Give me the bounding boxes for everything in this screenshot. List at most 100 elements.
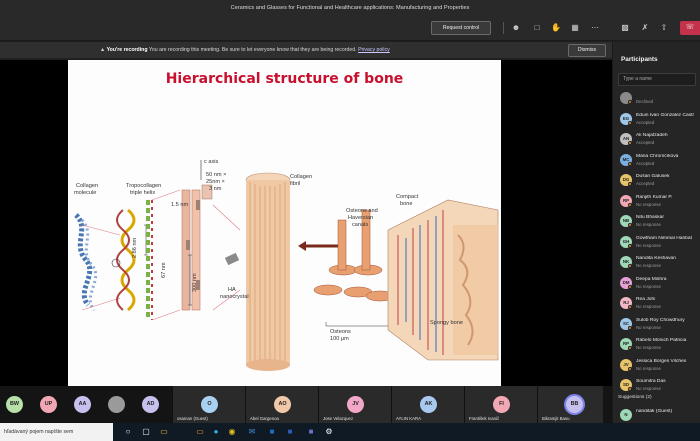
- presence-dot: [628, 387, 632, 391]
- participant-initials: MC: [622, 156, 630, 162]
- tile-avatar: O: [201, 396, 218, 413]
- participant-item[interactable]: NK Nandita Keshavan No response: [612, 252, 700, 273]
- tile-avatar: FI: [493, 396, 510, 413]
- collagen-molecule-figure: [74, 213, 121, 311]
- strip-avatar[interactable]: BW: [6, 396, 23, 413]
- tile-name: Bikramjit Basu: [542, 416, 570, 421]
- word-icon[interactable]: ■: [284, 426, 296, 438]
- participant-item[interactable]: RJ Rea Johi No response: [612, 293, 700, 314]
- participant-name: Ranjith Kumar P.: [636, 194, 673, 200]
- more-icon[interactable]: ⋯: [589, 22, 601, 34]
- participant-initials: RP: [622, 197, 630, 203]
- participant-status: No response: [636, 242, 661, 248]
- people-icon[interactable]: ☻: [510, 22, 522, 34]
- edge-icon[interactable]: ●: [210, 426, 222, 438]
- cortana-icon[interactable]: ○: [122, 426, 134, 438]
- tropocollagen-figure: [111, 189, 181, 321]
- participant-item[interactable]: GH Gowtham Nimmal Haribat No response: [612, 232, 700, 253]
- participant-status: Declined: [636, 99, 654, 104]
- participant-name: Nitu Bhaskar: [636, 215, 664, 220]
- participant-avatar: [620, 92, 632, 104]
- crystal-dim-label-2: 25nm ×: [206, 179, 225, 185]
- camera-icon[interactable]: ▩: [619, 22, 631, 34]
- participant-search-input[interactable]: Type a name: [618, 73, 696, 86]
- leave-icon[interactable]: ☏: [680, 21, 700, 35]
- participant-status: Accepted: [636, 181, 655, 186]
- dismiss-button[interactable]: Dismiss: [568, 44, 606, 57]
- settings-icon[interactable]: ⚙: [323, 426, 335, 438]
- participant-tile[interactable]: BB Bikramjit Basu: [537, 386, 603, 423]
- participant-item[interactable]: RP Ranjith Kumar P. No response: [612, 191, 700, 212]
- share-icon[interactable]: ⇧: [658, 22, 670, 34]
- participant-item[interactable]: DM Deepa Mishra No response: [612, 273, 700, 294]
- participant-item[interactable]: DG Dušan Galusek Accepted: [612, 170, 700, 191]
- participant-item[interactable]: Declined: [612, 88, 700, 109]
- presence-dot: [628, 182, 632, 186]
- mic-off-icon[interactable]: ✗: [639, 22, 651, 34]
- recording-body: You are recording this meeting. Be sure …: [148, 47, 357, 53]
- outlook-icon[interactable]: ■: [266, 426, 278, 438]
- tile-name: AYLIN KARA: [396, 416, 421, 421]
- collagen-fibril-label-2: fibril: [290, 181, 300, 187]
- privacy-policy-link[interactable]: Privacy policy: [358, 47, 390, 53]
- participant-tile[interactable]: AO Abel Gargenoa: [245, 386, 318, 423]
- windows-taskbar: hľadávaný pojem napíšte sem ○ ▢ ▭ ▭ ● ◉ …: [0, 423, 700, 441]
- strip-avatar[interactable]: AA: [74, 396, 91, 413]
- participant-status: No response: [636, 365, 661, 371]
- collagen-molecule-label-1: Collagen: [76, 183, 98, 189]
- raise-hand-icon[interactable]: ✋: [550, 22, 562, 34]
- rooms-icon[interactable]: ▦: [569, 22, 581, 34]
- strip-avatar[interactable]: UP: [40, 396, 57, 413]
- participant-item[interactable]: AN Ali Najafzadeh Accepted: [612, 129, 700, 150]
- tile-name: Jose Velazquez: [323, 416, 354, 421]
- file-explorer-icon[interactable]: ▭: [194, 426, 206, 438]
- participant-item[interactable]: MC Mária Chromčíková Accepted: [612, 150, 700, 171]
- participant-tile[interactable]: Oosaman (Guest): [172, 386, 245, 423]
- shared-screen: Hierarchical structure of bone Collagen …: [0, 60, 612, 386]
- request-control-button[interactable]: Request control: [431, 21, 491, 35]
- osteons-figure: [298, 209, 395, 327]
- collagen-fibril-label-1: Collagen: [290, 174, 312, 180]
- participant-item[interactable]: JV Jessica Borges Vilches No response: [612, 355, 700, 376]
- presence-dot: [628, 141, 632, 145]
- presence-dot: [628, 161, 632, 166]
- participant-tile[interactable]: FI František Ivanič: [464, 386, 537, 423]
- participant-item[interactable]: SC Sulob Roy Chowdhury No response: [612, 314, 700, 335]
- participant-item[interactable]: RP Rabelo Monich Patricia No response: [612, 334, 700, 355]
- participant-item[interactable]: SD Soumitra Das No response: [612, 375, 700, 396]
- presence-dot: [628, 223, 632, 227]
- file-explorer-icon[interactable]: ▭: [158, 426, 170, 438]
- suggestions-header[interactable]: Suggestions (2): [618, 395, 652, 400]
- recording-banner: ▲ You're recording You are recording thi…: [0, 42, 612, 59]
- tropocollagen-label-2: triple helix: [130, 190, 155, 196]
- compact-bone-figure: [387, 199, 499, 361]
- participant-tile[interactable]: AK AYLIN KARA: [391, 386, 464, 423]
- chat-icon[interactable]: □: [531, 22, 543, 34]
- osteons-haversian-label-2: Haversian: [348, 215, 373, 221]
- mail-icon[interactable]: ✉: [246, 426, 258, 438]
- participant-initials: GH: [622, 238, 630, 244]
- suggestion-item[interactable]: N nanditak (Guest): [612, 405, 700, 425]
- participant-initials: DM: [622, 279, 630, 285]
- nm-2-86-label: 2.86 nm: [132, 237, 138, 258]
- participant-name: Mária Chromčíková: [636, 153, 679, 159]
- participant-item[interactable]: NB Nitu Bhaskar No response: [612, 211, 700, 232]
- task-view-icon[interactable]: ▢: [140, 426, 152, 438]
- participant-name: Deepa Mishra: [636, 276, 667, 282]
- nm-67-label: 67 nm: [161, 262, 167, 278]
- participant-name: Nandita Keshavan: [636, 256, 676, 261]
- presence-dot: [628, 366, 632, 371]
- tile-name: František Ivanič: [469, 416, 500, 421]
- window-title: Ceramics and Glasses for Functional and …: [0, 0, 700, 16]
- participant-item[interactable]: EG Eduin Ivan González Castr Accepted: [612, 109, 700, 130]
- participant-avatar: MC: [620, 153, 632, 166]
- teams-icon[interactable]: ■: [305, 426, 317, 438]
- participant-tile[interactable]: JV Jose Velazquez: [318, 386, 391, 423]
- presence-dot: [628, 346, 632, 350]
- participant-status: No response: [636, 386, 661, 391]
- strip-avatar[interactable]: AD: [142, 396, 159, 413]
- taskbar-search-input[interactable]: hľadávaný pojem napíšte sem: [0, 423, 113, 441]
- presence-dot: [628, 202, 632, 207]
- chrome-icon[interactable]: ◉: [226, 426, 238, 438]
- strip-avatar[interactable]: [108, 396, 125, 413]
